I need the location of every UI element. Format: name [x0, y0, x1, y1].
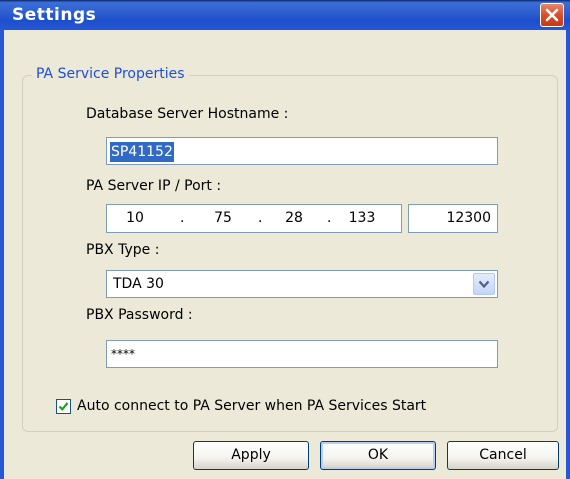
apply-button[interactable]: Apply — [193, 441, 309, 470]
window-frame-right — [566, 30, 570, 479]
window-frame-left — [0, 30, 4, 479]
pbx-password-value: **** — [111, 347, 135, 361]
pbx-type-value: TDA 30 — [113, 276, 164, 292]
ip-address-input[interactable]: 10 . 75 . 28 . 133 — [106, 204, 402, 233]
ip-octet-1[interactable]: 10 — [115, 210, 155, 226]
title-bar[interactable]: Settings — [0, 0, 570, 30]
pbx-password-input[interactable]: **** — [106, 340, 498, 368]
pbx-type-label: PBX Type : — [86, 242, 160, 258]
close-button[interactable] — [540, 3, 564, 27]
pbx-type-select[interactable]: TDA 30 — [106, 270, 498, 298]
hostname-label: Database Server Hostname : — [86, 106, 289, 122]
port-input[interactable]: 12300 — [408, 204, 498, 233]
ip-port-label: PA Server IP / Port : — [86, 178, 222, 194]
auto-connect-label[interactable]: Auto connect to PA Server when PA Servic… — [77, 398, 426, 414]
ip-dot-1: . — [180, 210, 185, 226]
port-value: 12300 — [446, 210, 491, 226]
auto-connect-checkbox[interactable] — [56, 399, 71, 414]
ip-dot-2: . — [258, 210, 263, 226]
hostname-input[interactable]: SP41152 — [106, 137, 498, 165]
ok-button[interactable]: OK — [320, 441, 436, 470]
ip-octet-4[interactable]: 133 — [342, 210, 382, 226]
chevron-down-icon — [478, 280, 490, 289]
group-legend: PA Service Properties — [32, 66, 189, 82]
ip-octet-3[interactable]: 28 — [274, 210, 314, 226]
dropdown-button[interactable] — [473, 273, 495, 295]
ip-dot-3: . — [327, 210, 332, 226]
window-title: Settings — [12, 5, 97, 25]
close-icon — [545, 8, 559, 22]
ip-octet-2[interactable]: 75 — [203, 210, 243, 226]
pbx-password-label: PBX Password : — [86, 307, 193, 323]
cancel-button[interactable]: Cancel — [447, 441, 559, 470]
settings-dialog: Settings PA Service Properties Database … — [0, 0, 570, 479]
hostname-value: SP41152 — [110, 142, 174, 162]
checkmark-icon — [58, 402, 69, 411]
